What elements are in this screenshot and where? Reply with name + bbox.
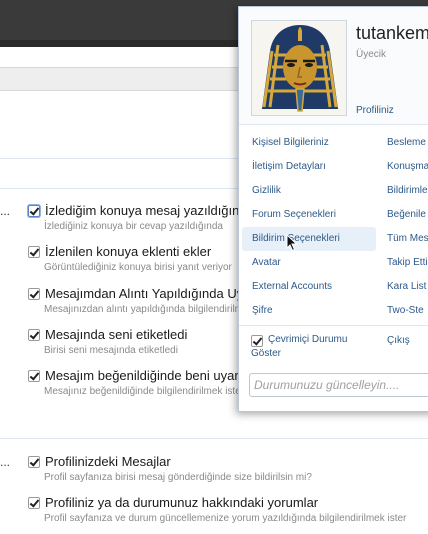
divider bbox=[239, 124, 428, 125]
menu-item-alert-preferences[interactable]: Bildirim Seçenekleri bbox=[242, 227, 376, 251]
profile-link[interactable]: Profiliniz bbox=[356, 105, 394, 116]
divider bbox=[0, 438, 428, 439]
option-description: Profil sayfanıza birisi mesaj gönderdiği… bbox=[44, 472, 312, 483]
menu-item-avatar[interactable]: Avatar bbox=[242, 251, 376, 275]
user-menu-dropdown: tutankem Üyecik Profiliniz Kişisel Bilgi… bbox=[238, 6, 428, 412]
option-description: Görüntülediğiniz konuya birisi yanıt ver… bbox=[44, 262, 232, 273]
option-description: Birisi seni mesajında etiketledi bbox=[44, 345, 178, 356]
menu-item-password[interactable]: Şifre bbox=[242, 299, 376, 323]
avatar[interactable] bbox=[251, 20, 347, 116]
menu-item-personal-details[interactable]: Kişisel Bilgileriniz bbox=[242, 131, 376, 155]
quote-alert-checkbox[interactable] bbox=[28, 288, 40, 300]
tag-alert-checkbox[interactable] bbox=[28, 329, 40, 341]
profile-posts-checkbox[interactable] bbox=[28, 456, 40, 468]
option-label: Mesajım beğenildiğinde beni uyar bbox=[45, 368, 239, 383]
profile-comments-checkbox[interactable] bbox=[28, 497, 40, 509]
option-description: Mesajınız beğenildiğinde bilgilendirilme… bbox=[44, 386, 245, 397]
option-label: İzlenilen konuya eklenti ekler bbox=[45, 244, 212, 259]
divider bbox=[239, 325, 428, 326]
menu-item-conversations[interactable]: Konuşma bbox=[387, 155, 428, 179]
status-update-input[interactable]: Durumunuzu güncelleyin.... bbox=[249, 373, 428, 397]
menu-item-alerts[interactable]: Bildirimle bbox=[387, 179, 428, 203]
menu-item-following[interactable]: Takip Etti bbox=[387, 251, 428, 275]
watched-thread-attachment-checkbox[interactable] bbox=[28, 246, 40, 258]
account-menu-column: Kişisel Bilgileriniz İletişim Detayları … bbox=[242, 131, 376, 323]
menu-item-all-messages[interactable]: Tüm Mes bbox=[387, 227, 428, 251]
option-description: İzlediğiniz konuya bir cevap yazıldığınd… bbox=[44, 221, 223, 232]
option-label: Profilinizdeki Mesajlar bbox=[45, 454, 171, 469]
option-description: Profil sayfanıza ve durum güncellemenize… bbox=[44, 513, 407, 524]
option-label: Profiliniz ya da durumunuz hakkındaki yo… bbox=[45, 495, 319, 510]
menu-item-ignore-list[interactable]: Kara List bbox=[387, 275, 428, 299]
menu-item-contact-details[interactable]: İletişim Detayları bbox=[242, 155, 376, 179]
option-label: İzlediğim konuya mesaj yazıldığında bbox=[45, 203, 254, 218]
username[interactable]: tutankem bbox=[356, 23, 428, 44]
user-role: Üyecik bbox=[356, 49, 387, 60]
activity-menu-column: Besleme Konuşma Bildirimle Beğenile Tüm … bbox=[387, 131, 428, 323]
menu-item-news-feed[interactable]: Besleme bbox=[387, 131, 428, 155]
like-alert-checkbox[interactable] bbox=[28, 370, 40, 382]
pharaoh-mask-avatar-icon bbox=[252, 21, 346, 115]
online-status-label[interactable]: Çevrimiçi Durumu Göster bbox=[251, 333, 363, 361]
option-label: Mesajında seni etiketledi bbox=[45, 327, 188, 342]
option-description: Mesajınızdan alıntı yapıldığında bilgile… bbox=[44, 304, 254, 315]
mouse-pointer-icon bbox=[286, 234, 298, 252]
logout-link[interactable]: Çıkış bbox=[387, 335, 410, 346]
online-status-checkbox[interactable] bbox=[251, 335, 263, 347]
menu-item-two-step[interactable]: Two-Ste bbox=[387, 299, 428, 323]
option-label: Mesajımdan Alıntı Yapıldığında Uyar bbox=[45, 286, 255, 301]
group2-ellipsis: ... bbox=[0, 455, 11, 469]
group1-ellipsis: ... bbox=[0, 204, 11, 218]
menu-item-likes-received[interactable]: Beğenile bbox=[387, 203, 428, 227]
menu-item-external-accounts[interactable]: External Accounts bbox=[242, 275, 376, 299]
menu-item-forum-preferences[interactable]: Forum Seçenekleri bbox=[242, 203, 376, 227]
watched-thread-reply-checkbox[interactable] bbox=[28, 205, 40, 217]
menu-item-privacy[interactable]: Gizlilik bbox=[242, 179, 376, 203]
